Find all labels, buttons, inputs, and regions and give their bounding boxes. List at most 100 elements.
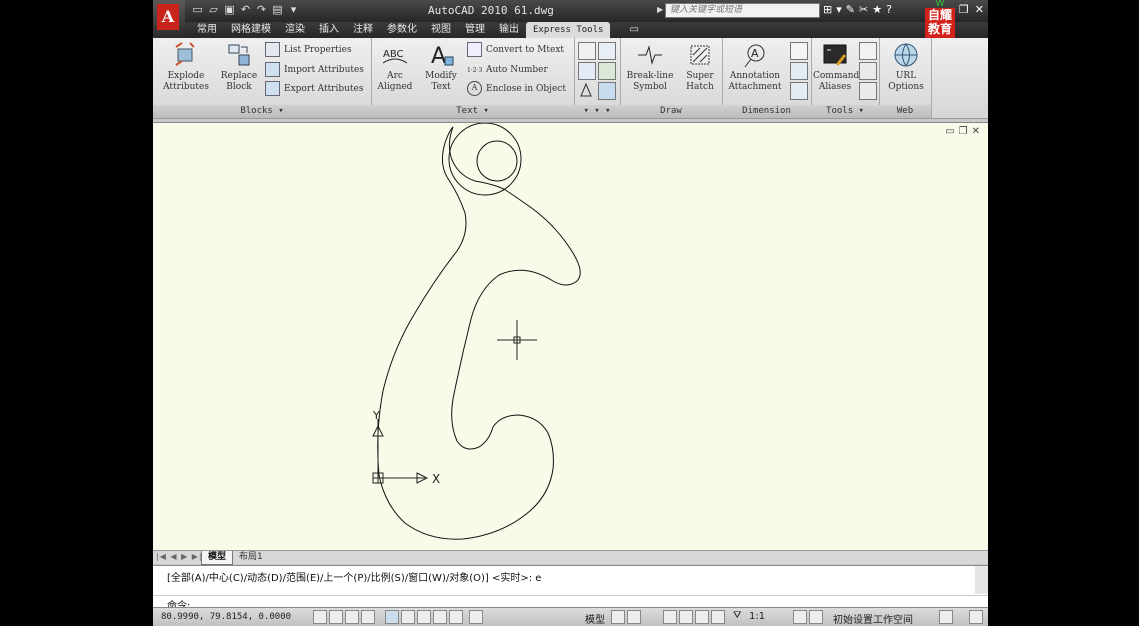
subscription-icon[interactable]: ✂ xyxy=(859,3,868,16)
layout-nav-arrows[interactable]: |◀ ◀ ▶ ▶| xyxy=(156,552,203,561)
star-icon[interactable]: ★ xyxy=(872,3,882,16)
tools-small-icon-1[interactable] xyxy=(859,42,877,60)
workspace-switch[interactable]: 初始设置工作空间 xyxy=(833,611,913,626)
grid-toggle-icon[interactable] xyxy=(329,610,343,624)
enclose-in-object-button[interactable]: A Enclose in Object xyxy=(467,81,566,97)
replace-block-button[interactable]: Replace Block xyxy=(217,41,261,93)
tab-render[interactable]: 渲染 xyxy=(278,22,312,38)
tools-small-icon-3[interactable] xyxy=(859,82,877,100)
ducs-toggle-icon[interactable] xyxy=(417,610,431,624)
tab-manage[interactable]: 管理 xyxy=(458,22,492,38)
panel-text-title[interactable]: Text ▾ xyxy=(371,105,574,118)
binoculars-icon[interactable]: ⊞ xyxy=(823,3,832,16)
auto-number-button[interactable]: 1·2·3 Auto Number xyxy=(467,62,548,78)
dyn-toggle-icon[interactable] xyxy=(433,610,447,624)
undo-icon[interactable]: ↶ xyxy=(239,3,252,17)
tab-model[interactable]: 模型 xyxy=(201,551,234,565)
lock-icon[interactable] xyxy=(939,610,953,624)
import-attributes-button[interactable]: Import Attributes xyxy=(265,62,364,78)
panel-web-title[interactable]: Web xyxy=(879,105,931,118)
tab-insert[interactable]: 插入 xyxy=(312,22,346,38)
arc-aligned-button[interactable]: ABC Arc Aligned xyxy=(375,41,415,93)
panel-modify-title[interactable]: ▾ ▾ ▾ xyxy=(574,105,620,118)
tab-express-tools[interactable]: Express Tools xyxy=(526,22,611,38)
pan-icon[interactable] xyxy=(663,610,677,624)
dim-edit-icon[interactable] xyxy=(790,62,808,80)
tab-parametric[interactable]: 参数化 xyxy=(380,22,424,38)
restore-icon[interactable]: ❐ xyxy=(959,3,969,16)
save-icon[interactable]: ▣ xyxy=(223,3,236,17)
move-copy-icon[interactable] xyxy=(578,42,596,60)
close-icon[interactable]: ✕ xyxy=(975,3,984,16)
ortho-toggle-icon[interactable] xyxy=(345,610,359,624)
qp-toggle-icon[interactable] xyxy=(469,610,483,624)
panel-dimension-title[interactable]: Dimension xyxy=(722,105,811,118)
command-aliases-button[interactable]: Command Aliases xyxy=(813,41,859,93)
clean-screen-icon[interactable] xyxy=(969,610,983,624)
tab-layout1[interactable]: 布局1 xyxy=(233,551,269,564)
auto-scale-icon[interactable] xyxy=(809,610,823,624)
extend-icon[interactable] xyxy=(598,62,616,80)
print-icon[interactable]: ▤ xyxy=(271,3,284,17)
quick-view-icon[interactable] xyxy=(627,610,641,624)
qat-dropdown-icon[interactable]: ▾ xyxy=(287,3,300,17)
annotation-attachment-button[interactable]: A Annotation Attachment xyxy=(724,41,786,93)
showmotion-icon[interactable] xyxy=(711,610,725,624)
search-input[interactable]: 键入关键字或短语 xyxy=(665,3,820,18)
new-icon[interactable]: ▭ xyxy=(191,3,204,17)
export-attributes-button[interactable]: Export Attributes xyxy=(265,81,363,97)
layout-view-icon[interactable] xyxy=(611,610,625,624)
stretch-icon[interactable] xyxy=(598,42,616,60)
application-menu-button[interactable]: A xyxy=(153,0,185,38)
overkill-icon[interactable] xyxy=(598,82,616,100)
model-space-button[interactable]: 模型 xyxy=(585,611,605,626)
search-expand-icon[interactable]: ▶ xyxy=(657,5,663,14)
break-line-symbol-button[interactable]: Break-line Symbol xyxy=(622,41,678,93)
super-hatch-button[interactable]: Super Hatch xyxy=(682,41,718,93)
dropdown-icon[interactable]: ▾ xyxy=(836,3,842,16)
convert-to-mtext-button[interactable]: Convert to Mtext xyxy=(467,42,564,58)
tab-home[interactable]: 常用 xyxy=(185,22,224,38)
panel-draw-title[interactable]: Draw xyxy=(620,105,722,118)
tab-mesh-modeling[interactable]: 网格建模 xyxy=(224,22,278,38)
help-icon[interactable]: ? xyxy=(886,3,892,16)
snap-toggle-icon[interactable] xyxy=(313,610,327,624)
polar-toggle-icon[interactable] xyxy=(361,610,375,624)
modify-text-button[interactable]: A Modify Text xyxy=(421,41,461,93)
flatten-icon[interactable] xyxy=(578,82,594,98)
url-options-button[interactable]: URL Options xyxy=(883,41,929,93)
ribbon-tabs: 常用 网格建模 渲染 插入 注释 参数化 视图 管理 输出 Express To… xyxy=(185,22,646,38)
tab-view[interactable]: 视图 xyxy=(424,22,458,38)
panel-text: ABC Arc Aligned A Modify Text Convert to… xyxy=(371,38,575,118)
redo-icon[interactable]: ↷ xyxy=(255,3,268,17)
open-icon[interactable]: ▱ xyxy=(207,3,220,17)
explode-attributes-button[interactable]: Explode Attributes xyxy=(159,41,213,93)
tools-small-icon-2[interactable] xyxy=(859,62,877,80)
crosshair-cursor xyxy=(497,320,537,360)
osnap-toggle-icon[interactable] xyxy=(385,610,399,624)
wrench-icon[interactable]: ✎ xyxy=(846,3,855,16)
auto-number-icon: 1·2·3 xyxy=(467,67,483,74)
lwt-toggle-icon[interactable] xyxy=(449,610,463,624)
otrack-toggle-icon[interactable] xyxy=(401,610,415,624)
annotation-scale-icon[interactable]: ⛛ xyxy=(733,610,747,624)
annotation-visibility-icon[interactable] xyxy=(793,610,807,624)
drawing-canvas[interactable]: ▭ ❐ ✕ X Y xyxy=(153,122,988,551)
panel-web: URL Options Web xyxy=(879,38,932,118)
dim-reassoc-icon[interactable] xyxy=(790,82,808,100)
quick-access-toolbar: ▭ ▱ ▣ ↶ ↷ ▤ ▾ xyxy=(191,3,300,19)
zoom-icon[interactable] xyxy=(679,610,693,624)
dim-text-icon[interactable] xyxy=(790,42,808,60)
panel-draw: Break-line Symbol Super Hatch Draw xyxy=(620,38,723,118)
panel-tools-title[interactable]: Tools ▾ xyxy=(811,105,879,118)
panel-blocks-title[interactable]: Blocks ▾ xyxy=(153,105,371,118)
steering-wheel-icon[interactable] xyxy=(695,610,709,624)
annotation-scale[interactable]: 1:1 xyxy=(749,611,765,622)
multiple-copy-icon[interactable] xyxy=(578,62,596,80)
tab-annotate[interactable]: 注释 xyxy=(346,22,380,38)
ribbon-minimize-icon[interactable]: ▭ xyxy=(622,22,645,38)
export-attributes-label: Export Attributes xyxy=(284,84,364,94)
command-scrollbar[interactable] xyxy=(975,566,988,594)
tab-output[interactable]: 输出 xyxy=(492,22,526,38)
list-properties-button[interactable]: List Properties xyxy=(265,42,352,58)
